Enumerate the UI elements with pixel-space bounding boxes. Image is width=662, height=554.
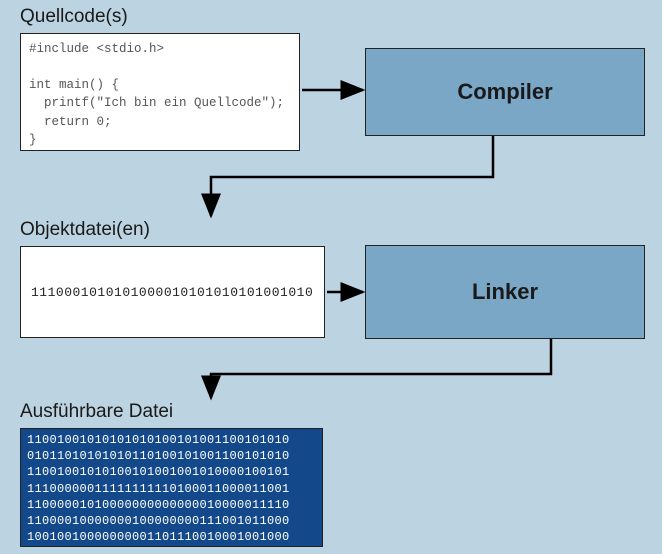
exe-r7: 10010010000000001101110010001001000 xyxy=(27,530,290,544)
source-title: Quellcode(s) xyxy=(20,6,128,28)
executable-box: 11001001010101010100101001100101010 0101… xyxy=(20,428,323,547)
src-l1: #include <stdio.h> xyxy=(29,42,164,56)
compiler-label: Compiler xyxy=(457,79,552,105)
arrow-linker-to-exe xyxy=(211,339,551,398)
exe-r2: 01011010101010110100101001100101010 xyxy=(27,449,290,463)
compiler-box: Compiler xyxy=(365,48,645,136)
exe-r1: 11001001010101010100101001100101010 xyxy=(27,433,290,447)
src-l4: printf("Ich bin ein Quellcode"); xyxy=(29,96,284,110)
exe-r6: 11000010000000100000000111001011000 xyxy=(27,514,290,528)
exe-r4: 11100000011111111110100011000011001 xyxy=(27,482,290,496)
src-l6: } xyxy=(29,133,37,147)
src-l3: int main() { xyxy=(29,78,119,92)
linker-label: Linker xyxy=(472,279,538,305)
source-code-box: #include <stdio.h> int main() { printf("… xyxy=(20,33,300,151)
object-bits: 1110001010101000010101010101001010 xyxy=(31,285,313,300)
exe-r5: 11000001010000000000000010000011110 xyxy=(27,498,290,512)
object-file-box: 1110001010101000010101010101001010 xyxy=(20,246,325,338)
linker-box: Linker xyxy=(365,245,645,339)
object-title: Objektdatei(en) xyxy=(20,219,150,241)
src-l5: return 0; xyxy=(29,115,112,129)
exe-r3: 11001001010100101001001010000100101 xyxy=(27,465,290,479)
exe-title: Ausführbare Datei xyxy=(20,401,173,423)
